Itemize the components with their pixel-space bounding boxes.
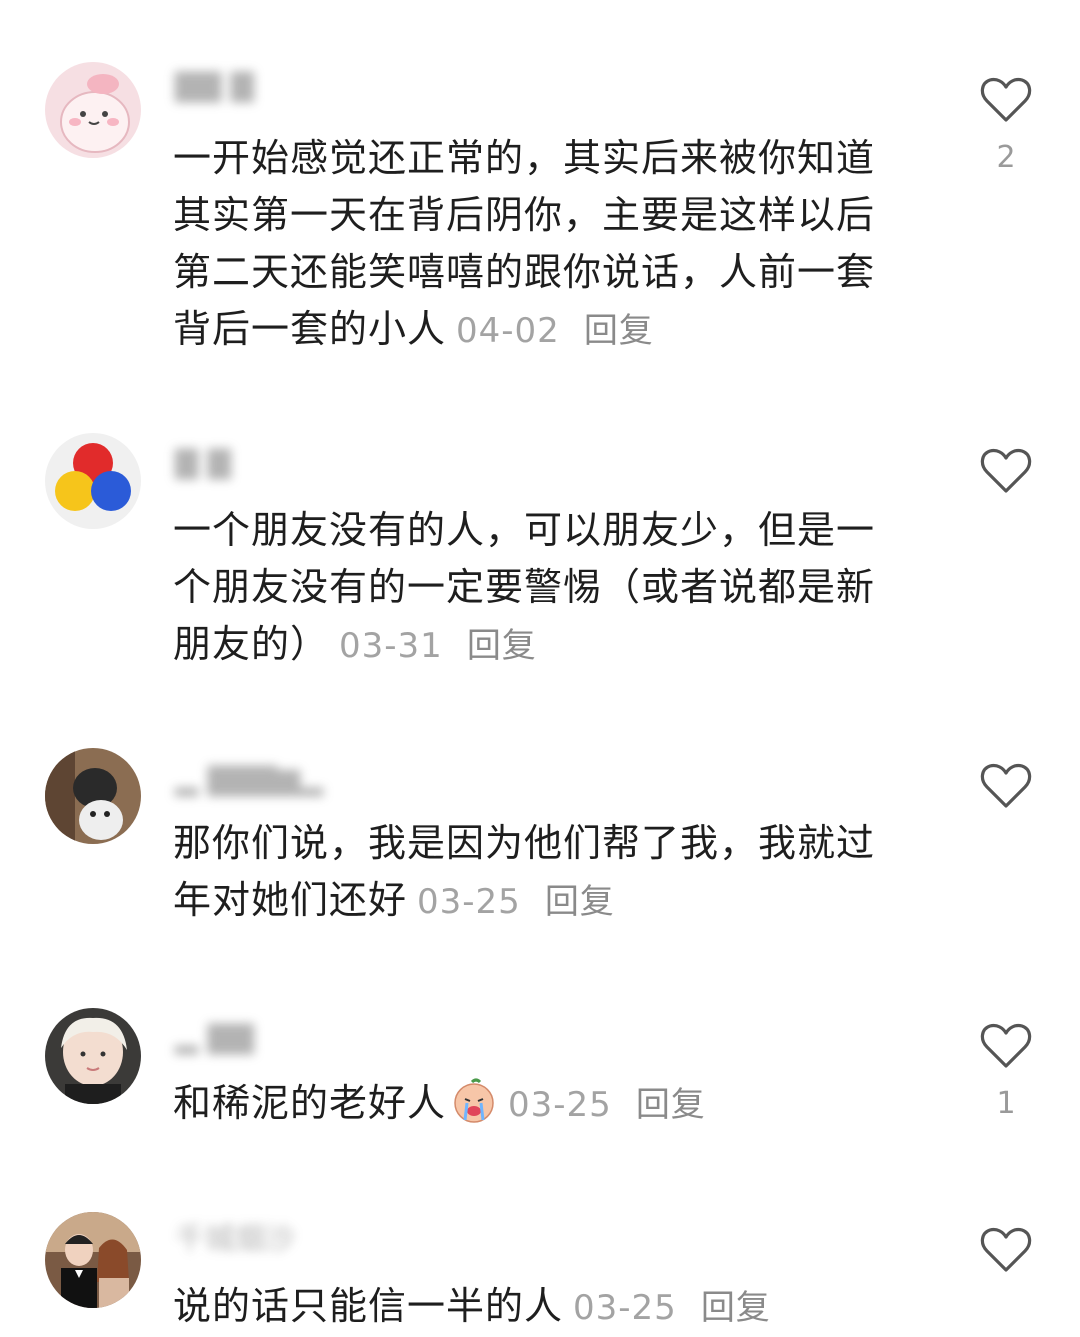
comment-text: 和稀泥的老好人 03-25 回复: [173, 1075, 888, 1134]
comment-date: 03-25: [573, 1288, 677, 1328]
like-count: 2: [996, 140, 1016, 175]
like-button[interactable]: [978, 1018, 1034, 1074]
crying-face-emoji-icon: [454, 1078, 494, 1123]
avatar[interactable]: [45, 433, 141, 529]
like-button[interactable]: [978, 1222, 1034, 1278]
comment-text: 一开始感觉还正常的，其实后来被你知道其实第一天在背后阴你，主要是这样以后第二天还…: [173, 130, 888, 360]
reply-button[interactable]: 回复: [545, 882, 615, 922]
like-button[interactable]: [978, 758, 1034, 814]
avatar[interactable]: [45, 62, 141, 158]
heart-outline-icon: [980, 77, 1032, 122]
reply-button[interactable]: 回复: [467, 626, 537, 666]
username[interactable]: ▂ ▇▇▇▆▂: [175, 762, 323, 798]
comment-date: 04-02: [456, 311, 560, 351]
heart-outline-icon: [980, 1023, 1032, 1068]
comment-date: 03-31: [339, 626, 443, 666]
heart-outline-icon: [980, 763, 1032, 808]
comment-text: 说的话只能信一半的人 03-25 回复: [173, 1278, 888, 1337]
reply-button[interactable]: 回复: [584, 311, 654, 351]
like-count: 1: [996, 1086, 1016, 1121]
like-button[interactable]: [978, 72, 1034, 128]
avatar[interactable]: [45, 748, 141, 844]
comment-body: 说的话只能信一半的人: [173, 1284, 564, 1328]
reply-button[interactable]: 回复: [636, 1085, 706, 1125]
like-button[interactable]: [978, 443, 1034, 499]
username[interactable]: ▇ ▇: [175, 445, 231, 481]
avatar[interactable]: [45, 1008, 141, 1104]
username[interactable]: ▂ ▇▇: [175, 1020, 254, 1056]
comment-body: 和稀泥的老好人: [173, 1081, 447, 1125]
username[interactable]: 千城烟沙: [175, 1222, 295, 1258]
watermark: [850, 1288, 1080, 1324]
heart-outline-icon: [980, 448, 1032, 493]
avatar[interactable]: [45, 1212, 141, 1308]
comment-date: 03-25: [508, 1085, 612, 1125]
comment-text: 那你们说，我是因为他们帮了我，我就过年对她们还好 03-25 回复: [173, 815, 888, 931]
username[interactable]: ▇▇ ▇: [175, 68, 254, 104]
comment-text: 一个朋友没有的人，可以朋友少，但是一个朋友没有的一定要警惕（或者说都是新朋友的）…: [173, 502, 888, 675]
comment-date: 03-25: [417, 882, 521, 922]
reply-button[interactable]: 回复: [701, 1288, 771, 1328]
heart-outline-icon: [980, 1227, 1032, 1272]
comment-body: 那你们说，我是因为他们帮了我，我就过年对她们还好: [173, 821, 876, 922]
